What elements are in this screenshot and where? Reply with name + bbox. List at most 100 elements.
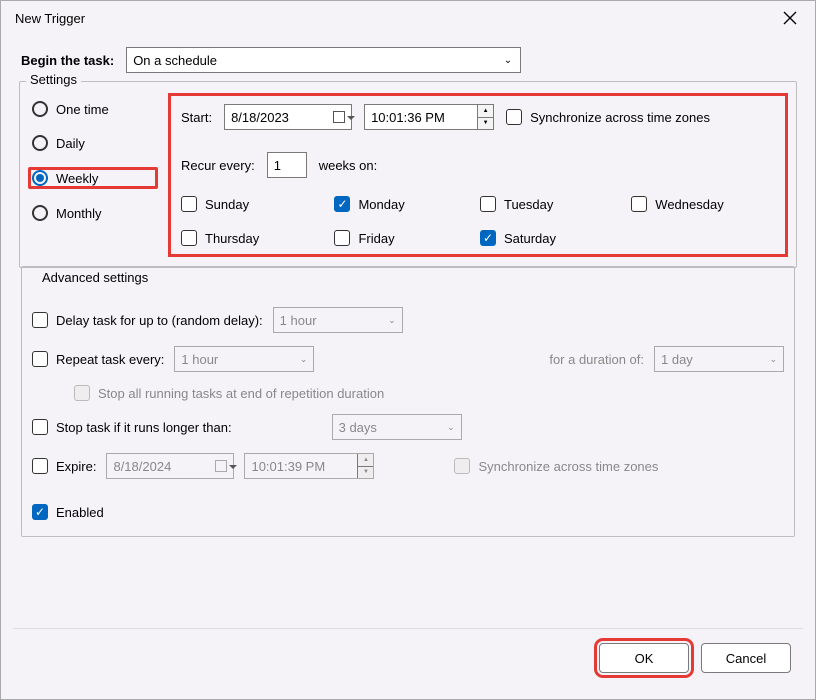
radio-icon bbox=[32, 135, 48, 151]
enabled-checkbox[interactable]: ✓ bbox=[32, 504, 48, 520]
dialog-footer: OK Cancel bbox=[13, 628, 803, 687]
stop-if-combo[interactable]: 3 days ⌄ bbox=[332, 414, 462, 440]
schedule-config-panel: Start: 8/18/2023 10:01:36 PM ▲▼ Synchron… bbox=[168, 93, 788, 257]
begin-task-combo[interactable]: On a schedule ⌄ bbox=[126, 47, 521, 73]
expire-time-picker[interactable]: 10:01:39 PM ▲▼ bbox=[244, 453, 374, 479]
day-saturday[interactable]: ✓ Saturday bbox=[480, 230, 607, 246]
expire-date-picker[interactable]: 8/18/2024 bbox=[106, 453, 234, 479]
time-spinner[interactable]: ▲▼ bbox=[357, 454, 373, 478]
label-saturday: Saturday bbox=[504, 231, 556, 246]
cancel-button[interactable]: Cancel bbox=[701, 643, 791, 673]
expire-sync-label: Synchronize across time zones bbox=[478, 459, 658, 474]
sync-tz-checkbox[interactable] bbox=[506, 109, 522, 125]
close-button[interactable] bbox=[775, 3, 805, 33]
label-friday: Friday bbox=[358, 231, 394, 246]
stop-if-checkbox[interactable] bbox=[32, 419, 48, 435]
chevron-down-icon: ⌄ bbox=[504, 55, 512, 66]
checkbox-thursday[interactable] bbox=[181, 230, 197, 246]
expire-sync-row: Synchronize across time zones bbox=[454, 458, 658, 474]
stop-if-value: 3 days bbox=[339, 420, 377, 435]
recur-weeks-input[interactable]: 1 bbox=[267, 152, 307, 178]
stop-all-checkbox-row: Stop all running tasks at end of repetit… bbox=[74, 385, 384, 401]
advanced-section: Advanced settings Delay task for up to (… bbox=[13, 286, 803, 537]
radio-one-time[interactable]: One time bbox=[28, 99, 158, 119]
delay-checkbox[interactable] bbox=[32, 312, 48, 328]
start-row: Start: 8/18/2023 10:01:36 PM ▲▼ Synchron… bbox=[181, 104, 775, 130]
day-monday[interactable]: ✓ Monday bbox=[334, 196, 456, 212]
radio-daily-label: Daily bbox=[56, 136, 85, 151]
enabled-checkbox-row[interactable]: ✓ Enabled bbox=[32, 504, 104, 520]
spinner-down-icon[interactable]: ▼ bbox=[358, 467, 373, 479]
stop-all-checkbox bbox=[74, 385, 90, 401]
delay-value: 1 hour bbox=[280, 313, 317, 328]
spinner-up-icon[interactable]: ▲ bbox=[358, 454, 373, 467]
repeat-row: Repeat task every: 1 hour ⌄ for a durati… bbox=[32, 346, 784, 372]
repeat-label: Repeat task every: bbox=[56, 352, 164, 367]
start-date-picker[interactable]: 8/18/2023 bbox=[224, 104, 352, 130]
day-sunday[interactable]: Sunday bbox=[181, 196, 310, 212]
label-thursday: Thursday bbox=[205, 231, 259, 246]
label-tuesday: Tuesday bbox=[504, 197, 553, 212]
radio-monthly[interactable]: Monthly bbox=[28, 203, 158, 223]
day-tuesday[interactable]: Tuesday bbox=[480, 196, 607, 212]
day-wednesday[interactable]: Wednesday bbox=[631, 196, 775, 212]
expire-row: Expire: 8/18/2024 10:01:39 PM ▲▼ Synchro… bbox=[32, 453, 784, 479]
checkbox-tuesday[interactable] bbox=[480, 196, 496, 212]
start-time-picker[interactable]: 10:01:36 PM ▲▼ bbox=[364, 104, 494, 130]
checkbox-saturday[interactable]: ✓ bbox=[480, 230, 496, 246]
enabled-label: Enabled bbox=[56, 505, 104, 520]
begin-task-row: Begin the task: On a schedule ⌄ bbox=[13, 41, 803, 73]
repeat-value: 1 hour bbox=[181, 352, 218, 367]
day-thursday[interactable]: Thursday bbox=[181, 230, 310, 246]
stop-if-checkbox-row[interactable]: Stop task if it runs longer than: bbox=[32, 419, 232, 435]
schedule-radio-group: One time Daily Weekly Monthly bbox=[28, 93, 158, 257]
checkbox-wednesday[interactable] bbox=[631, 196, 647, 212]
checkbox-friday[interactable] bbox=[334, 230, 350, 246]
expire-checkbox-row[interactable]: Expire: bbox=[32, 458, 96, 474]
cancel-button-label: Cancel bbox=[726, 651, 766, 666]
stop-all-row: Stop all running tasks at end of repetit… bbox=[74, 385, 784, 401]
sync-tz-checkbox-row[interactable]: Synchronize across time zones bbox=[506, 109, 710, 125]
start-date-value: 8/18/2023 bbox=[231, 110, 289, 125]
duration-value: 1 day bbox=[661, 352, 693, 367]
repeat-checkbox-row[interactable]: Repeat task every: bbox=[32, 351, 164, 367]
close-icon bbox=[783, 11, 797, 25]
duration-combo[interactable]: 1 day ⌄ bbox=[654, 346, 784, 372]
advanced-fieldset: Advanced settings Delay task for up to (… bbox=[21, 266, 795, 537]
radio-icon bbox=[32, 101, 48, 117]
begin-task-label: Begin the task: bbox=[21, 53, 114, 68]
spinner-up-icon[interactable]: ▲ bbox=[478, 105, 493, 118]
ok-button-label: OK bbox=[635, 651, 654, 666]
radio-weekly[interactable]: Weekly bbox=[28, 167, 158, 189]
repeat-combo[interactable]: 1 hour ⌄ bbox=[174, 346, 314, 372]
sync-tz-label: Synchronize across time zones bbox=[530, 110, 710, 125]
window-title: New Trigger bbox=[11, 11, 775, 26]
duration-label: for a duration of: bbox=[549, 352, 644, 367]
calendar-icon bbox=[333, 111, 345, 123]
delay-combo[interactable]: 1 hour ⌄ bbox=[273, 307, 403, 333]
day-friday[interactable]: Friday bbox=[334, 230, 456, 246]
checkbox-sunday[interactable] bbox=[181, 196, 197, 212]
settings-body: One time Daily Weekly Monthly bbox=[20, 93, 796, 267]
begin-task-value: On a schedule bbox=[133, 53, 217, 68]
recur-value: 1 bbox=[274, 158, 281, 173]
delay-checkbox-row[interactable]: Delay task for up to (random delay): bbox=[32, 312, 263, 328]
recur-row: Recur every: 1 weeks on: bbox=[181, 152, 775, 178]
repeat-checkbox[interactable] bbox=[32, 351, 48, 367]
expire-label: Expire: bbox=[56, 459, 96, 474]
radio-daily[interactable]: Daily bbox=[28, 133, 158, 153]
delay-label: Delay task for up to (random delay): bbox=[56, 313, 263, 328]
spinner-down-icon[interactable]: ▼ bbox=[478, 118, 493, 130]
ok-button[interactable]: OK bbox=[599, 643, 689, 673]
calendar-icon bbox=[215, 460, 227, 472]
time-spinner[interactable]: ▲▼ bbox=[477, 105, 493, 129]
checkbox-monday[interactable]: ✓ bbox=[334, 196, 350, 212]
recur-block: Recur every: 1 weeks on: Sunday bbox=[181, 152, 775, 246]
chevron-down-icon: ⌄ bbox=[447, 422, 455, 433]
radio-one-time-label: One time bbox=[56, 102, 109, 117]
settings-fieldset: Settings One time Daily Weekly bbox=[19, 81, 797, 268]
advanced-legend: Advanced settings bbox=[38, 270, 790, 285]
chevron-down-icon: ⌄ bbox=[388, 315, 396, 326]
expire-checkbox[interactable] bbox=[32, 458, 48, 474]
settings-legend: Settings bbox=[26, 72, 81, 87]
